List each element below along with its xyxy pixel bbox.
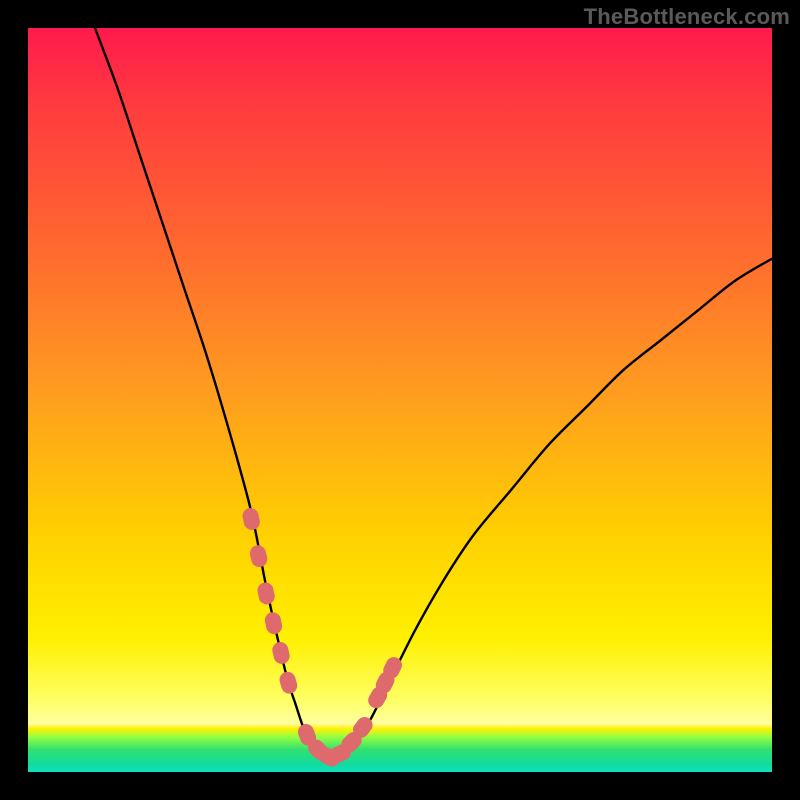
marker-left-segment-4 — [263, 611, 283, 636]
marker-left-segment-5 — [271, 640, 292, 665]
plot-area — [28, 28, 772, 772]
chart-svg — [28, 28, 772, 772]
marker-left-segment-6 — [278, 670, 299, 696]
watermark-text: TheBottleneck.com — [584, 4, 790, 30]
bottleneck-curve — [95, 28, 772, 758]
marker-left-segment-1 — [241, 506, 262, 531]
chart-frame: TheBottleneck.com — [0, 0, 800, 800]
marker-left-segment-3 — [256, 581, 276, 606]
curve-markers — [241, 506, 405, 769]
marker-left-segment-2 — [248, 544, 269, 569]
